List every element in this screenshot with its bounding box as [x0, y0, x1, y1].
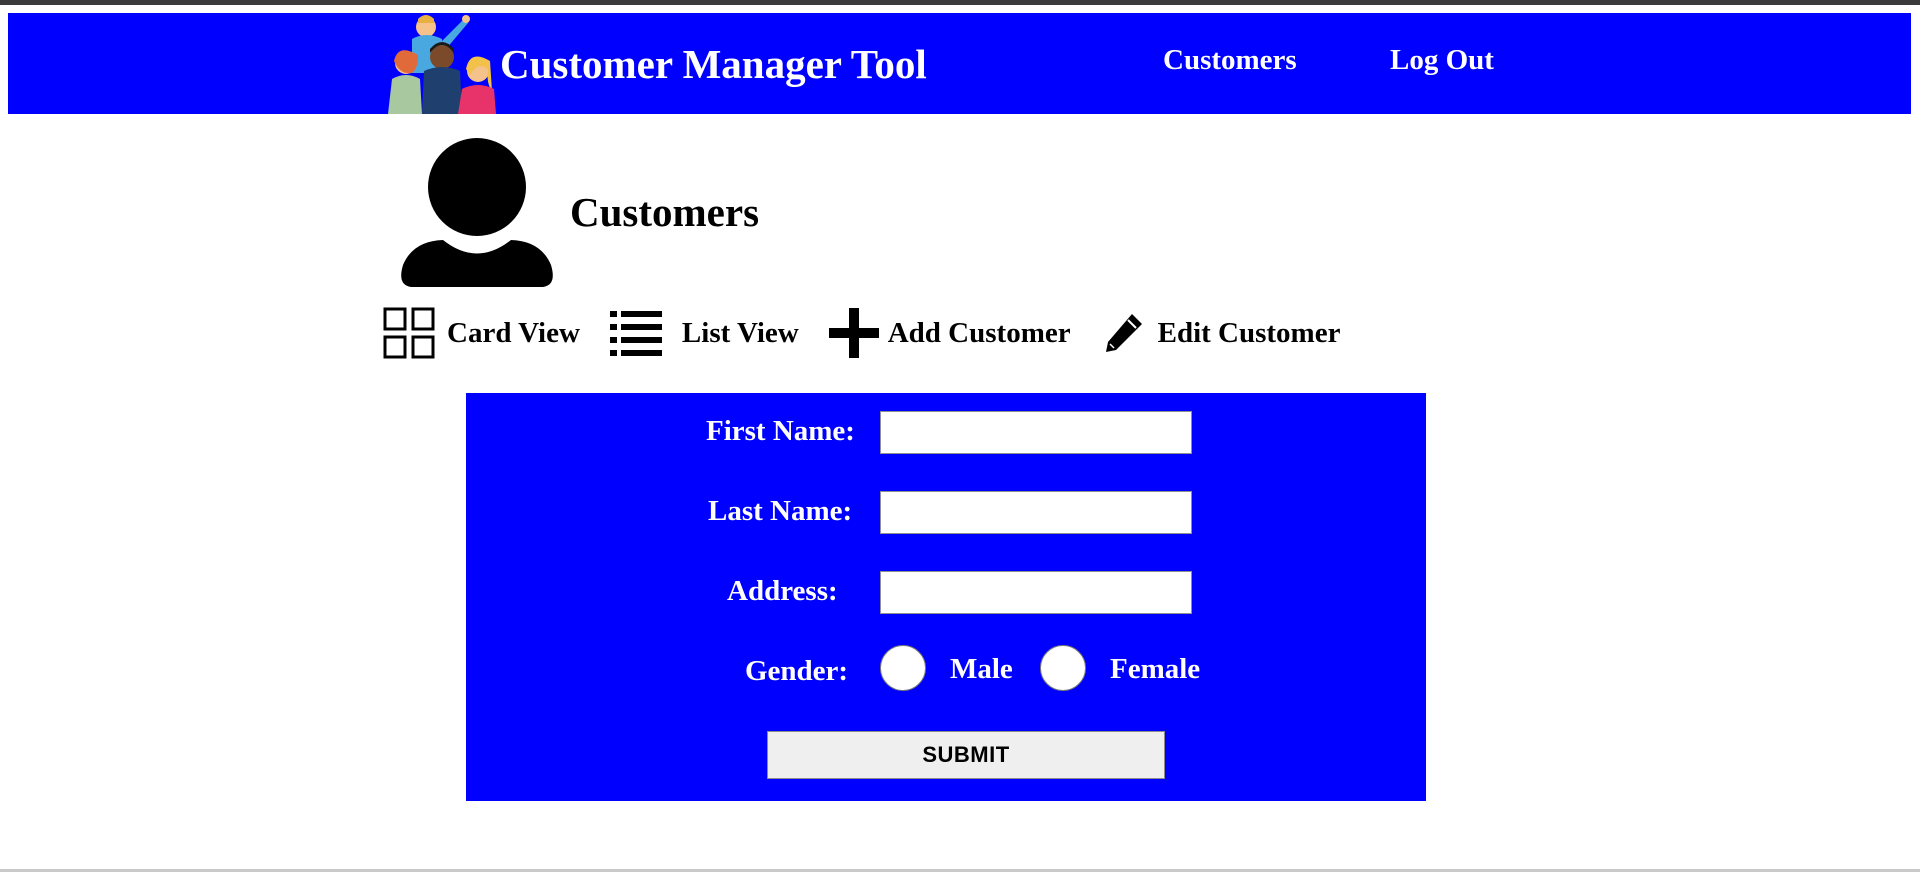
submit-button[interactable]: SUBMIT	[767, 731, 1165, 779]
people-group-logo-icon	[388, 15, 496, 114]
card-view-label: Card View	[447, 316, 580, 349]
first-name-input[interactable]	[880, 411, 1192, 454]
list-icon	[609, 311, 662, 356]
brand-title[interactable]: Customer Manager Tool	[500, 40, 927, 88]
last-name-row: Last Name:	[466, 491, 1426, 541]
last-name-input[interactable]	[880, 491, 1192, 534]
gender-female-label: Female	[1110, 653, 1201, 685]
address-input[interactable]	[880, 571, 1192, 614]
add-customer-label: Add Customer	[887, 316, 1071, 349]
address-row: Address:	[466, 571, 1426, 621]
gender-male-radio[interactable]	[880, 645, 926, 691]
pencil-icon	[1105, 314, 1142, 352]
view-toolbar: Card View List View Add Customer Edit Cu…	[383, 306, 1340, 360]
browser-top-gap	[0, 5, 1920, 13]
customer-form: First Name: Last Name: Address: Gender: …	[466, 393, 1426, 801]
page-title: Customers	[570, 189, 760, 235]
nav-link-customers[interactable]: Customers	[1163, 44, 1297, 77]
first-name-label: First Name:	[706, 415, 855, 447]
gender-male-label: Male	[950, 653, 1013, 685]
edit-customer-button[interactable]: Edit Customer	[1104, 312, 1341, 354]
list-view-label: List View	[681, 316, 799, 349]
plus-icon	[828, 308, 879, 358]
nav-link-logout[interactable]: Log Out	[1390, 44, 1494, 77]
edit-customer-label: Edit Customer	[1157, 316, 1341, 349]
first-name-row: First Name:	[466, 411, 1426, 461]
list-view-button[interactable]: List View	[609, 309, 799, 357]
address-label: Address:	[727, 575, 838, 607]
gender-label: Gender:	[745, 655, 849, 687]
card-view-button[interactable]: Card View	[383, 307, 580, 359]
last-name-label: Last Name:	[708, 495, 853, 527]
add-customer-button[interactable]: Add Customer	[828, 308, 1071, 358]
gender-row: Gender: Male Female	[466, 645, 1426, 695]
navbar	[8, 13, 1911, 114]
person-silhouette-icon	[401, 138, 553, 287]
grid-icon	[383, 307, 435, 359]
gender-female-radio[interactable]	[1040, 645, 1086, 691]
